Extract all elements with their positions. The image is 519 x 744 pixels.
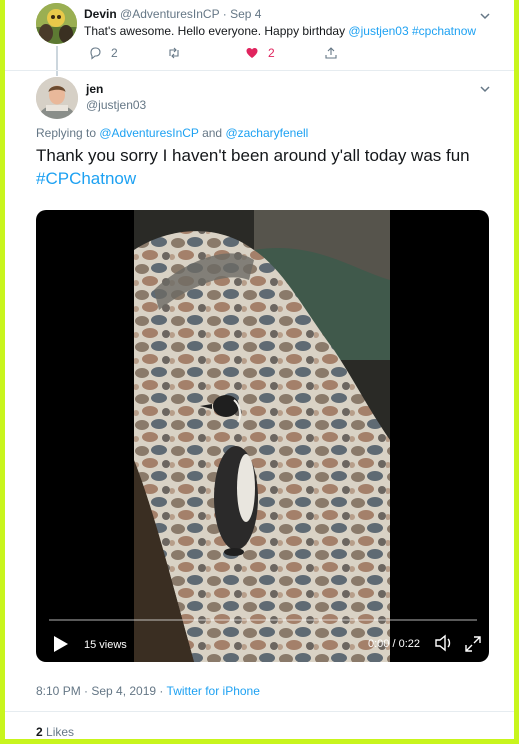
meta-separator: · <box>156 684 167 698</box>
retweet-icon <box>169 47 179 59</box>
tweet-thread-card: Devin @AdventuresInCP · Sep 4 That's awe… <box>5 0 514 739</box>
replying-and: and <box>198 126 226 140</box>
video-progress-bar[interactable] <box>49 619 477 621</box>
thread-line <box>56 46 58 76</box>
like-count: 2 <box>268 46 275 60</box>
video-player[interactable]: 15 views 0:00 / 0:22 <box>36 210 489 662</box>
parent-tweet-text: That's awesome. Hello everyone. Happy bi… <box>84 24 476 38</box>
volume-icon[interactable] <box>434 634 454 652</box>
like-button[interactable]: 2 <box>245 46 275 60</box>
tweet-timestamp[interactable]: 8:10 PM · Sep 4, 2019 <box>36 684 156 698</box>
meta-divider <box>5 711 514 712</box>
reply-icon <box>90 47 101 60</box>
tweet-text: Thank you sorry I haven't been around y'… <box>36 146 470 165</box>
chevron-down-icon[interactable] <box>478 82 492 96</box>
parent-tweet-header: Devin @AdventuresInCP · Sep 4 <box>84 7 261 21</box>
replying-user-link[interactable]: @zacharyfenell <box>225 126 308 140</box>
tweet-text: That's awesome. Hello everyone. Happy bi… <box>84 24 349 38</box>
author-handle[interactable]: @justjen03 <box>86 98 146 112</box>
share-icon <box>325 47 337 59</box>
likes-label: Likes <box>46 725 75 739</box>
view-count: 15 views <box>84 639 127 651</box>
author-name[interactable]: Devin <box>84 7 117 21</box>
date-separator: · <box>219 7 231 21</box>
tweet-date[interactable]: Sep 4 <box>230 7 261 21</box>
video-thumbnail <box>134 210 390 662</box>
parent-tweet-actions: 2 2 <box>84 46 344 64</box>
video-time: 0:00 / 0:22 <box>368 638 420 650</box>
replying-user-link[interactable]: @AdventuresInCP <box>99 126 198 140</box>
share-button[interactable] <box>324 46 338 60</box>
avatar-devin[interactable] <box>36 3 77 44</box>
heart-icon <box>246 48 258 58</box>
tweet-meta: 8:10 PM · Sep 4, 2019 · Twitter for iPho… <box>36 684 260 698</box>
avatar-jen[interactable] <box>36 77 78 119</box>
hashtag-link[interactable]: #cpchatnow <box>412 24 476 38</box>
likes-summary[interactable]: 2 Likes <box>36 725 74 739</box>
reply-button[interactable]: 2 <box>88 46 118 60</box>
tweet-divider <box>5 70 514 71</box>
tweet-source-link[interactable]: Twitter for iPhone <box>167 684 260 698</box>
hashtag-link[interactable]: #CPChatnow <box>36 169 136 188</box>
replying-to: Replying to @AdventuresInCP and @zachary… <box>36 126 308 140</box>
reply-count: 2 <box>111 46 118 60</box>
mention-link[interactable]: @justjen03 <box>348 24 408 38</box>
play-icon[interactable] <box>53 635 69 653</box>
fullscreen-icon[interactable] <box>464 635 482 653</box>
retweet-button[interactable] <box>167 46 190 60</box>
chevron-down-icon[interactable] <box>478 9 492 23</box>
replying-label: Replying to <box>36 126 100 140</box>
author-handle[interactable]: @AdventuresInCP <box>120 7 219 21</box>
main-tweet-text: Thank you sorry I haven't been around y'… <box>36 144 496 190</box>
likes-count: 2 <box>36 725 43 739</box>
author-name[interactable]: jen <box>86 82 103 96</box>
